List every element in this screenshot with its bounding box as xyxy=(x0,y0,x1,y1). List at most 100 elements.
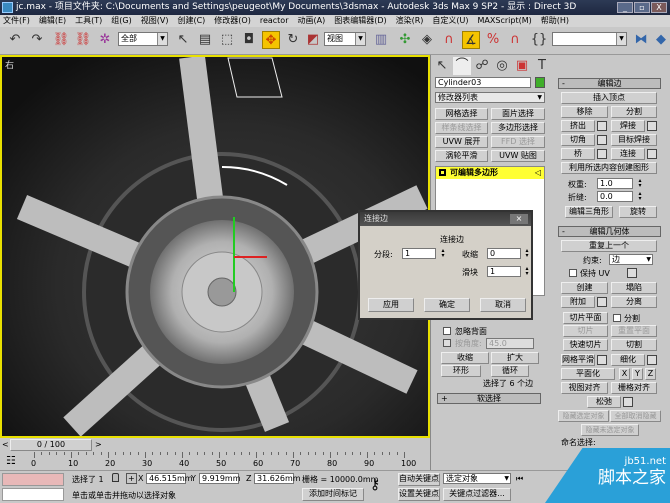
turn-button[interactable]: 旋转 xyxy=(619,206,657,218)
extrude-button[interactable]: 挤出 xyxy=(561,120,595,132)
turbosmooth-button[interactable]: 涡轮平滑 xyxy=(435,150,488,162)
ok-button[interactable]: 确定 xyxy=(424,298,470,312)
auto-key-button[interactable]: 自动关键点 xyxy=(398,473,440,486)
menu-reactor[interactable]: reactor xyxy=(260,15,289,27)
menu-customize[interactable]: 自定义(U) xyxy=(432,15,468,27)
undo-icon[interactable]: ↶ xyxy=(6,31,24,49)
target-weld-button[interactable]: 目标焊接 xyxy=(611,134,657,146)
object-name-field[interactable]: Cylinder03 xyxy=(435,77,531,88)
planar-y-button[interactable]: Y xyxy=(632,368,643,380)
shrink-button[interactable]: 收缩 xyxy=(441,352,489,364)
view-align-button[interactable]: 视图对齐 xyxy=(561,382,608,394)
menu-group[interactable]: 组(G) xyxy=(111,15,131,27)
patch-select-button[interactable]: 面片选择 xyxy=(491,108,545,120)
slide-field[interactable]: 1 xyxy=(487,266,521,277)
select-and-scale-icon[interactable]: ◩ xyxy=(304,31,322,49)
apply-button[interactable]: 应用 xyxy=(368,298,414,312)
soft-selection-rollout[interactable]: + 软选择 xyxy=(437,393,541,404)
planar-z-button[interactable]: Z xyxy=(645,368,656,380)
maxscript-listener-white[interactable] xyxy=(2,488,64,501)
slice-plane-button[interactable]: 切片平面 xyxy=(563,312,608,324)
segments-spinner[interactable]: ▴ ▾ xyxy=(440,248,446,259)
tessellate-button[interactable]: 细化 xyxy=(611,354,645,366)
insert-vertex-button[interactable]: 插入顶点 xyxy=(561,92,657,104)
edit-geometry-rollout[interactable]: - 编辑几何体 xyxy=(558,226,661,237)
loop-button[interactable]: 循环 xyxy=(491,365,529,377)
preserve-uv-checkbox[interactable] xyxy=(569,269,577,277)
manipulate-icon[interactable]: ✣ xyxy=(396,31,414,49)
percent-snap-icon[interactable]: % xyxy=(484,31,502,49)
split-button[interactable]: 分割 xyxy=(611,106,657,118)
unwrap-uvw-button[interactable]: UVW 展开 xyxy=(435,136,488,148)
window-crossing-icon[interactable]: ◘ xyxy=(240,31,258,49)
quickslice-button[interactable]: 快速切片 xyxy=(563,339,608,351)
menu-tools[interactable]: 工具(T) xyxy=(75,15,102,27)
make-planar-button[interactable]: 平面化 xyxy=(561,368,615,380)
object-color-swatch[interactable] xyxy=(535,77,545,88)
cut-button[interactable]: 切割 xyxy=(611,339,657,351)
prev-frame-icon[interactable]: < xyxy=(2,440,9,449)
reference-coordinate-dropdown[interactable]: 视图 ▼ xyxy=(324,32,366,46)
keyboard-shortcut-icon[interactable]: ◈ xyxy=(418,31,436,49)
chamfer-button[interactable]: 切角 xyxy=(561,134,595,146)
weight-field[interactable]: 1.0 xyxy=(597,178,633,189)
align-icon[interactable]: ◆ xyxy=(652,31,670,49)
menu-file[interactable]: 文件(F) xyxy=(3,15,30,27)
absolute-mode-icon[interactable]: + xyxy=(126,473,137,484)
snap-toggle-icon[interactable]: ∩ xyxy=(440,31,458,49)
light-bulb-icon[interactable]: ◁ xyxy=(535,167,541,179)
add-time-tag-button[interactable]: 添加时间标记 xyxy=(302,488,364,501)
planar-x-button[interactable]: X xyxy=(619,368,630,380)
crease-spinner[interactable]: ▴ ▾ xyxy=(637,191,643,202)
settings-icon[interactable] xyxy=(597,135,607,145)
create-button[interactable]: 创建 xyxy=(561,282,608,294)
close-button[interactable]: X xyxy=(651,2,667,13)
settings-icon[interactable] xyxy=(597,149,607,159)
pinch-spinner[interactable]: ▴ ▾ xyxy=(524,248,530,259)
link-icon[interactable]: ⛓ xyxy=(52,31,70,49)
redo-icon[interactable]: ↷ xyxy=(28,31,46,49)
x-coordinate-field[interactable]: 46.515mm xyxy=(146,473,193,484)
dialog-title-bar[interactable]: 连接边 × xyxy=(360,212,531,226)
select-and-rotate-icon[interactable]: ↻ xyxy=(284,31,302,49)
pinch-field[interactable]: 0 xyxy=(487,248,521,259)
close-icon[interactable]: × xyxy=(510,214,528,224)
settings-icon[interactable] xyxy=(647,121,657,131)
slice-button[interactable]: 切片 xyxy=(563,325,608,337)
settings-icon[interactable] xyxy=(647,149,657,159)
menu-create[interactable]: 创建(C) xyxy=(177,15,205,27)
mesh-select-button[interactable]: 网格选择 xyxy=(435,108,488,120)
ffd-select-button[interactable]: FFD 选择 xyxy=(491,136,545,148)
menu-maxscript[interactable]: MAXScript(M) xyxy=(478,15,532,27)
crease-field[interactable]: 0.0 xyxy=(597,191,633,202)
detach-button[interactable]: 分离 xyxy=(611,296,657,308)
expand-icon[interactable] xyxy=(439,169,446,176)
track-bar[interactable]: ☷ 0 10 20 30 40 50 60 70 80 90 100 xyxy=(0,452,430,470)
maxscript-listener-pink[interactable] xyxy=(2,473,64,486)
cancel-button[interactable]: 取消 xyxy=(480,298,526,312)
key-icon[interactable]: ⚷ xyxy=(370,477,380,493)
weight-spinner[interactable]: ▴ ▾ xyxy=(637,178,643,189)
set-key-button[interactable]: 设置关键点 xyxy=(398,488,440,501)
collapse-button[interactable]: 塌陷 xyxy=(611,282,657,294)
ignore-backfacing-checkbox[interactable] xyxy=(443,327,451,335)
display-tab-icon[interactable]: ▣ xyxy=(513,57,531,75)
spinner-snap-icon[interactable]: ∩ xyxy=(506,31,524,49)
ring-button[interactable]: 环形 xyxy=(441,365,481,377)
menu-animation[interactable]: 动画(A) xyxy=(297,15,325,27)
edit-triangulation-button[interactable]: 编辑三角形 xyxy=(565,206,613,218)
settings-icon[interactable] xyxy=(623,397,633,407)
constraints-dropdown[interactable]: 边 ▼ xyxy=(609,254,653,265)
named-selection-dropdown[interactable]: ▼ xyxy=(552,32,627,46)
create-shape-button[interactable]: 利用所选内容创建图形 xyxy=(561,162,657,174)
next-frame-icon[interactable]: > xyxy=(95,440,102,449)
selection-filter-dropdown[interactable]: 全部 ▼ xyxy=(118,32,168,46)
menu-views[interactable]: 视图(V) xyxy=(141,15,169,27)
weld-button[interactable]: 焊接 xyxy=(611,120,645,132)
unhide-all-button[interactable]: 全部取消隐藏 xyxy=(610,410,661,422)
pivot-center-icon[interactable]: ▥ xyxy=(372,31,390,49)
settings-icon[interactable] xyxy=(597,297,607,307)
bind-space-warp-icon[interactable]: ✲ xyxy=(96,31,114,49)
repeat-last-button[interactable]: 重复上一个 xyxy=(561,240,657,252)
poly-select-button[interactable]: 多边形选择 xyxy=(491,122,545,134)
